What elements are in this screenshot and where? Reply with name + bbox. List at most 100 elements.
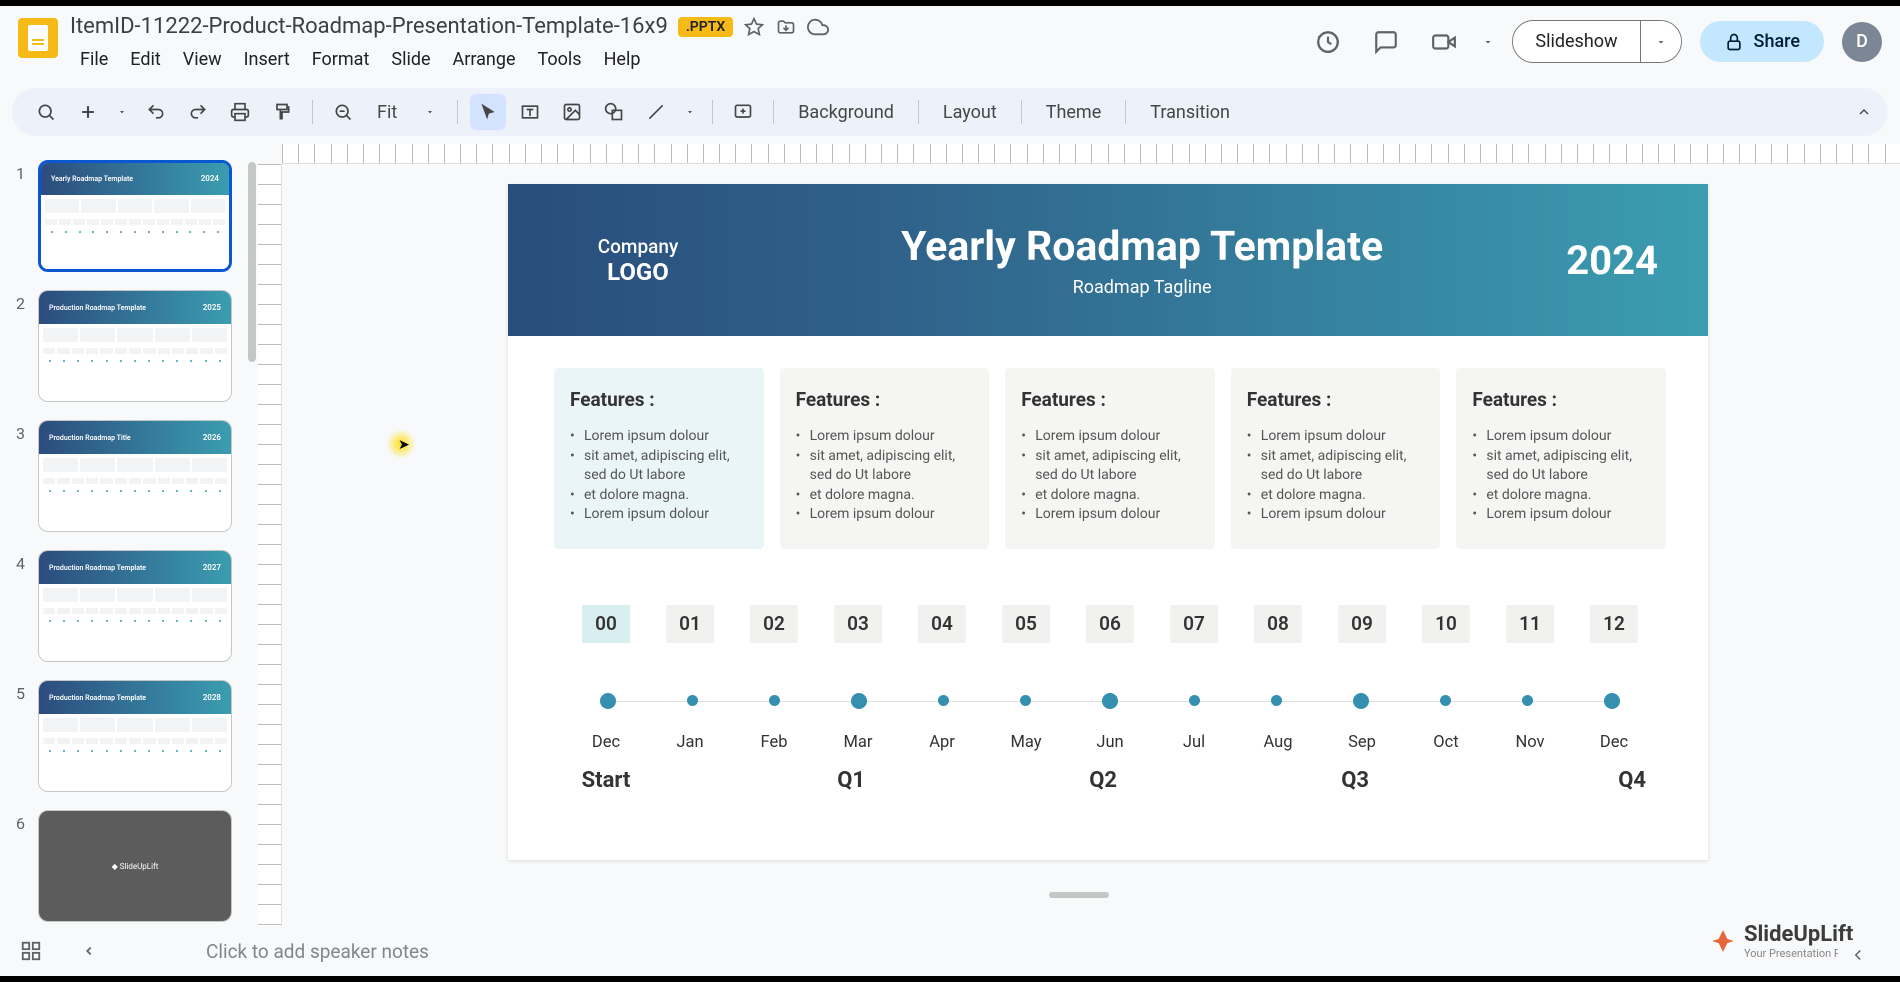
month-label-5: May: [1002, 733, 1050, 752]
toolbar: Fit Background Layout Theme Transition: [12, 88, 1888, 136]
zoom-out-icon[interactable]: [325, 94, 361, 130]
comments-icon[interactable]: [1366, 22, 1406, 62]
timeline-tick-09: 09: [1338, 605, 1386, 643]
timeline-tick-10: 10: [1422, 605, 1470, 643]
speaker-notes-input[interactable]: Click to add speaker notes: [196, 930, 1880, 973]
textbox-icon[interactable]: [512, 94, 548, 130]
comment-add-icon[interactable]: [725, 94, 761, 130]
slideshow-button[interactable]: Slideshow: [1513, 21, 1639, 62]
panel-scrollbar[interactable]: [248, 162, 256, 362]
move-icon[interactable]: [775, 16, 797, 38]
layout-button[interactable]: Layout: [931, 96, 1009, 129]
background-button[interactable]: Background: [786, 96, 906, 129]
avatar[interactable]: D: [1842, 22, 1882, 62]
timeline-tick-08: 08: [1254, 605, 1302, 643]
slides-app-icon[interactable]: [18, 18, 58, 58]
slide-panel[interactable]: 1Yearly Roadmap Template20242Production …: [0, 144, 258, 926]
cloud-status-icon[interactable]: [807, 16, 829, 38]
month-label-7: Jul: [1170, 733, 1218, 752]
search-menus-icon[interactable]: [28, 94, 64, 130]
timeline-tick-00: 00: [582, 605, 630, 643]
cursor-arrow-icon: ➤: [398, 437, 410, 453]
menu-view[interactable]: View: [173, 45, 232, 74]
timeline-tick-11: 11: [1506, 605, 1554, 643]
new-slide-dropdown-icon[interactable]: [112, 94, 132, 130]
menu-slide[interactable]: Slide: [381, 45, 440, 74]
explore-icon[interactable]: [1838, 940, 1878, 970]
quarter-q1: Q1: [648, 768, 900, 793]
menu-tools[interactable]: Tools: [528, 45, 592, 74]
timeline-dot-3: [851, 693, 867, 709]
select-tool-icon[interactable]: [470, 94, 506, 130]
slide-header: Company LOGO Yearly Roadmap Template Roa…: [508, 184, 1708, 336]
undo-icon[interactable]: [138, 94, 174, 130]
history-icon[interactable]: [1308, 22, 1348, 62]
timeline-dot-8: [1271, 695, 1282, 706]
timeline-tick-12: 12: [1590, 605, 1638, 643]
slide-thumbnail-4[interactable]: Production Roadmap Template2027: [38, 550, 232, 662]
month-label-2: Feb: [750, 733, 798, 752]
feature-item: Lorem ipsum dolour: [1021, 505, 1199, 525]
collapse-filmstrip-icon[interactable]: [82, 944, 96, 958]
line-dropdown-icon[interactable]: [680, 94, 700, 130]
feature-heading: Features :: [1021, 388, 1199, 411]
feature-item: sit amet, adipiscing elit, sed do Ut lab…: [570, 447, 748, 486]
collapse-toolbar-icon[interactable]: [1856, 104, 1872, 120]
slideshow-dropdown[interactable]: [1640, 21, 1681, 62]
zoom-select[interactable]: Fit: [367, 96, 445, 129]
document-title[interactable]: ItemID-11222-Product-Roadmap-Presentatio…: [70, 14, 668, 39]
feature-item: et dolore magna.: [570, 486, 748, 506]
quarter-q3: Q3: [1152, 768, 1404, 793]
timeline-dot-5: [1020, 695, 1031, 706]
feature-item: sit amet, adipiscing elit, sed do Ut lab…: [1472, 447, 1650, 486]
menu-file[interactable]: File: [70, 45, 118, 74]
menu-edit[interactable]: Edit: [120, 45, 170, 74]
feature-item: Lorem ipsum dolour: [1021, 427, 1199, 447]
slide-thumbnail-2[interactable]: Production Roadmap Template2025: [38, 290, 232, 402]
menu-arrange[interactable]: Arrange: [443, 45, 526, 74]
month-label-10: Oct: [1422, 733, 1470, 752]
shape-icon[interactable]: [596, 94, 632, 130]
slide-number: 4: [16, 554, 28, 573]
feature-heading: Features :: [570, 388, 748, 411]
redo-icon[interactable]: [180, 94, 216, 130]
slide-canvas[interactable]: Company LOGO Yearly Roadmap Template Roa…: [508, 184, 1708, 860]
feature-card-5: Features :Lorem ipsum doloursit amet, ad…: [1456, 368, 1666, 549]
month-label-1: Jan: [666, 733, 714, 752]
slide-body: Features :Lorem ipsum doloursit amet, ad…: [524, 336, 1696, 840]
share-button[interactable]: Share: [1700, 21, 1824, 62]
month-label-9: Sep: [1338, 733, 1386, 752]
timeline-tick-04: 04: [918, 605, 966, 643]
menu-format[interactable]: Format: [302, 45, 380, 74]
slide-thumbnail-5[interactable]: Production Roadmap Template2028: [38, 680, 232, 792]
slide-thumbnail-1[interactable]: Yearly Roadmap Template2024: [38, 160, 232, 272]
menu-insert[interactable]: Insert: [234, 45, 300, 74]
new-slide-icon[interactable]: [70, 94, 106, 130]
speaker-notes-drag-handle[interactable]: [1049, 892, 1109, 898]
menu-help[interactable]: Help: [594, 45, 651, 74]
slide-thumbnail-3[interactable]: Production Roadmap Title2026: [38, 420, 232, 532]
star-icon[interactable]: [743, 16, 765, 38]
line-icon[interactable]: [638, 94, 674, 130]
feature-item: Lorem ipsum dolour: [1472, 427, 1650, 447]
paint-format-icon[interactable]: [264, 94, 300, 130]
month-label-11: Nov: [1506, 733, 1554, 752]
image-icon[interactable]: [554, 94, 590, 130]
quarter-start: Start: [564, 768, 648, 793]
timeline-dot-11: [1522, 695, 1533, 706]
feature-item: sit amet, adipiscing elit, sed do Ut lab…: [796, 447, 974, 486]
timeline-tick-07: 07: [1170, 605, 1218, 643]
theme-button[interactable]: Theme: [1034, 96, 1114, 129]
print-icon[interactable]: [222, 94, 258, 130]
transition-button[interactable]: Transition: [1138, 96, 1242, 129]
feature-item: et dolore magna.: [1472, 486, 1650, 506]
quarter-q4: Q4: [1404, 768, 1656, 793]
meet-icon[interactable]: [1424, 22, 1464, 62]
grid-view-icon[interactable]: [20, 940, 42, 962]
slide-number: 5: [16, 684, 28, 703]
slide-thumbnail-6[interactable]: ◆ SlideUpLift: [38, 810, 232, 922]
timeline-tick-03: 03: [834, 605, 882, 643]
timeline-dot-6: [1102, 693, 1118, 709]
slide-subtitle: Roadmap Tagline: [718, 277, 1566, 298]
meet-dropdown-icon[interactable]: [1482, 36, 1494, 48]
